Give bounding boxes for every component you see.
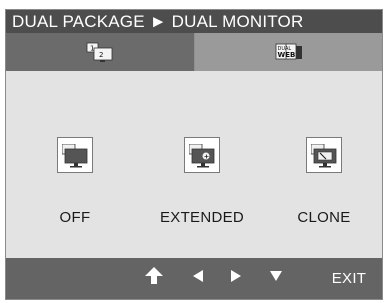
left-button[interactable] bbox=[186, 258, 210, 299]
up-arrow-icon bbox=[143, 266, 165, 291]
right-arrow-icon bbox=[229, 269, 243, 288]
monitor-off-icon bbox=[57, 137, 93, 173]
tab-dual-monitor[interactable]: 1 2 bbox=[6, 33, 195, 71]
svg-text:WEB: WEB bbox=[277, 51, 295, 59]
right-button[interactable] bbox=[224, 258, 248, 299]
dual-monitor-osd: DUAL PACKAGE ► DUAL MONITOR 1 2 DUAL WEB… bbox=[5, 9, 383, 300]
option-off-label: OFF bbox=[59, 209, 91, 226]
tab-bar: 1 2 DUAL WEB bbox=[6, 33, 382, 71]
svg-text:+: + bbox=[204, 153, 209, 161]
svg-text:2: 2 bbox=[99, 51, 103, 59]
title-bar: DUAL PACKAGE ► DUAL MONITOR bbox=[6, 10, 382, 33]
monitor-clone-icon bbox=[306, 137, 342, 173]
down-arrow-icon bbox=[269, 269, 283, 288]
tab-dual-web[interactable]: DUAL WEB bbox=[195, 33, 382, 71]
option-extended[interactable]: + EXTENDED bbox=[152, 137, 252, 227]
option-clone-label: CLONE bbox=[297, 209, 351, 226]
monitor-extended-icon: + bbox=[184, 137, 220, 173]
option-extended-label: EXTENDED bbox=[159, 209, 245, 226]
options-panel: OFF + EXTENDED CLONE bbox=[6, 71, 382, 258]
up-button[interactable] bbox=[139, 258, 169, 299]
option-clone[interactable]: CLONE bbox=[274, 137, 374, 227]
option-off[interactable]: OFF bbox=[25, 137, 125, 227]
dual-web-icon: DUAL WEB bbox=[274, 42, 304, 69]
page-title: DUAL PACKAGE ► DUAL MONITOR bbox=[12, 12, 304, 31]
left-arrow-icon bbox=[191, 269, 205, 288]
down-button[interactable] bbox=[264, 258, 288, 299]
exit-button[interactable]: EXIT bbox=[324, 258, 374, 299]
bottom-control-bar: EXIT bbox=[6, 258, 382, 299]
dual-monitor-icon: 1 2 bbox=[85, 42, 115, 69]
